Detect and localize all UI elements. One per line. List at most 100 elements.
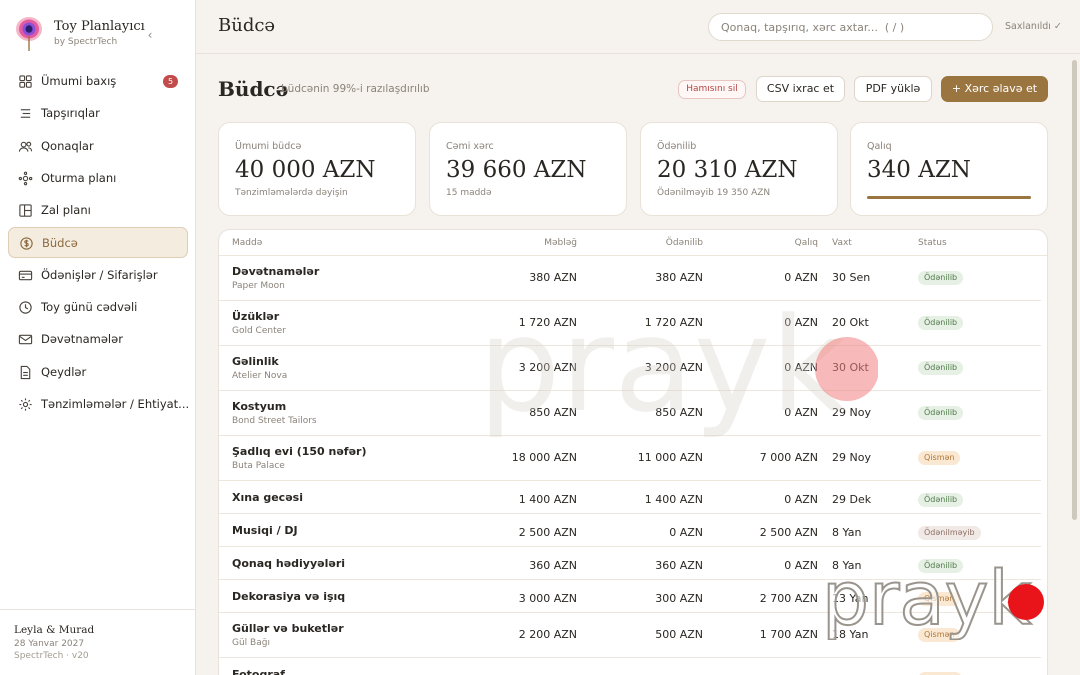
table-row[interactable]: Gəlinlik 3 200 AZN 3 200 AZN 0 AZN 30 Okt Ate…: [219, 346, 1041, 391]
topbar-title: Büdcə: [218, 15, 276, 36]
column-header-item[interactable]: Maddə: [232, 238, 262, 248]
item-paid: 850 AZN: [655, 406, 703, 419]
seating-icon: [18, 171, 33, 186]
status-badge: Ödənilib: [918, 316, 964, 330]
table-header: Maddə Məbləğ Ödənilib Qalıq Vaxt Status: [219, 230, 1047, 256]
list-icon: [20, 109, 31, 119]
sidebar-item-seating[interactable]: Oturma planı: [8, 163, 188, 194]
item-paid: 1 400 AZN: [644, 493, 703, 506]
sidebar-item-settings[interactable]: Tənzimləmələr / Ehtiyat...: [8, 389, 190, 420]
collapse-sidebar-chevron-icon[interactable]: ‹: [144, 28, 156, 42]
mail-icon: [18, 335, 33, 345]
sidebar-item-label: Tapşırıqlar: [41, 106, 100, 121]
couple-name: Leyla & Murad: [14, 624, 95, 636]
page-subtitle: büdcənin 99%-i razılaşdırılıb: [281, 83, 430, 95]
sidebar-item-label: Qeydlər: [41, 364, 87, 379]
item-name: Xına gecəsi: [232, 491, 303, 504]
item-paid: 0 AZN: [669, 526, 703, 539]
sidebar-item-invitations[interactable]: Dəvətnamələr: [8, 324, 188, 355]
search-input[interactable]: [708, 13, 993, 41]
item-due-date: 8 Yan: [832, 526, 862, 539]
item-paid: 1 720 AZN: [644, 316, 703, 329]
app-subtitle: by SpectrTech: [54, 37, 118, 47]
table-row[interactable]: Güllər və buketlər 2 200 AZN 500 AZN 1 700 …: [219, 613, 1041, 658]
sidebar-item-label: Büdcə: [42, 236, 78, 251]
status-badge: Ödənilib: [918, 559, 964, 573]
item-name: Fotoqraf: [232, 668, 285, 675]
item-vendor: Gold Center: [232, 326, 286, 336]
stat-value: 40 000 AZN: [235, 157, 376, 183]
item-due-date: 30 Okt: [832, 361, 869, 374]
status-badge: Ödənilib: [918, 271, 964, 285]
item-vendor: Paper Moon: [232, 281, 285, 291]
column-header-due[interactable]: Vaxt: [832, 238, 852, 248]
table-row[interactable]: Dekorasiya və işıq 3 000 AZN 300 AZN 2 700 …: [219, 580, 1041, 613]
sidebar-item-label: Oturma planı: [41, 170, 117, 185]
item-amount: 3 000 AZN: [518, 592, 577, 605]
stat-label: Cəmi xərc: [446, 141, 494, 152]
column-header-paid[interactable]: Ödənilib: [666, 238, 703, 248]
item-due-date: 29 Dek: [832, 493, 872, 506]
card-icon: [18, 270, 33, 281]
item-due-date: 8 Yan: [832, 559, 862, 572]
table-row[interactable]: Musiqi / DJ 2 500 AZN 0 AZN 2 500 AZN 8 Yan Ö…: [219, 514, 1041, 547]
sidebar-nav: Ümumi baxış 5 Tapşırıqlar Qonaqlar Oturm…: [8, 66, 190, 421]
page-scrollbar[interactable]: [1071, 60, 1078, 672]
column-header-remaining[interactable]: Qalıq: [795, 238, 818, 248]
table-row[interactable]: Dəvətnamələr 380 AZN 380 AZN 0 AZN 30 Sen Pap…: [219, 256, 1041, 301]
table-row[interactable]: Fotoqraf: [219, 658, 1041, 675]
table-row[interactable]: Şadlıq evi (150 nəfər) 18 000 AZN 11 000 A…: [219, 436, 1041, 481]
gear-icon: [19, 398, 32, 411]
budget-progress-fill: [867, 196, 1031, 199]
item-due-date: 29 Noy: [832, 406, 871, 419]
sidebar-footer: Leyla & Murad 28 Yanvar 2027 SpectrTech …: [0, 609, 195, 661]
item-vendor: Bond Street Tailors: [232, 416, 317, 426]
sidebar-item-tasks[interactable]: Tapşırıqlar: [8, 98, 188, 129]
item-remaining: 0 AZN: [784, 493, 818, 506]
stat-value: 340 AZN: [867, 157, 971, 183]
download-pdf-button[interactable]: PDF yüklə: [854, 76, 932, 102]
item-remaining: 0 AZN: [784, 361, 818, 374]
sidebar-item-hall-plan[interactable]: Zal planı: [8, 195, 188, 226]
column-header-status[interactable]: Status: [918, 238, 947, 248]
scrollbar-thumb[interactable]: [1072, 60, 1077, 520]
status-badge: Ödənilməyib: [918, 526, 981, 540]
app-version: SpectrTech · v20: [14, 651, 89, 661]
sidebar-item-budget[interactable]: Büdcə: [8, 227, 188, 259]
sidebar-item-payments[interactable]: Ödənişlər / Sifarişlər: [8, 260, 188, 291]
peacock-feather-logo-icon: [16, 17, 42, 51]
table-row[interactable]: Kostyum 850 AZN 850 AZN 0 AZN 29 Noy Bond Str…: [219, 391, 1041, 436]
table-row[interactable]: Xına gecəsi 1 400 AZN 1 400 AZN 0 AZN 29 Dek…: [219, 481, 1041, 514]
sidebar-item-day-schedule[interactable]: Toy günü cədvəli: [8, 292, 188, 323]
item-amount: 1 400 AZN: [518, 493, 577, 506]
item-vendor: Buta Palace: [232, 461, 285, 471]
stat-value: 39 660 AZN: [446, 157, 587, 183]
stat-label: Ödənilib: [657, 141, 697, 152]
item-paid: 11 000 AZN: [637, 451, 703, 464]
item-amount: 1 720 AZN: [518, 316, 577, 329]
item-amount: 3 200 AZN: [518, 361, 577, 374]
export-csv-button[interactable]: CSV ixrac et: [756, 76, 845, 102]
item-due-date: 30 Sen: [832, 271, 871, 284]
item-remaining: 0 AZN: [784, 316, 818, 329]
item-name: Üzüklər: [232, 310, 280, 323]
table-row[interactable]: Üzüklər 1 720 AZN 1 720 AZN 0 AZN 20 Okt Gold…: [219, 301, 1041, 346]
sidebar-item-overview[interactable]: Ümumi baxış 5: [8, 66, 188, 97]
sidebar-item-label: Dəvətnamələr: [41, 332, 123, 347]
sidebar-item-notes[interactable]: Qeydlər: [8, 357, 188, 388]
status-badge: Ödənilib: [918, 406, 964, 420]
table-row[interactable]: Qonaq hədiyyələri 360 AZN 360 AZN 0 AZN 8 Ya…: [219, 547, 1041, 580]
sidebar-item-label: Tənzimləmələr / Ehtiyat...: [41, 396, 190, 411]
clear-all-button[interactable]: Hamısını sil: [678, 80, 746, 99]
item-name: Kostyum: [232, 400, 287, 413]
add-expense-button[interactable]: + Xərc əlavə et: [941, 76, 1048, 102]
stat-label: Qalıq: [867, 141, 892, 152]
coin-icon: [20, 237, 33, 251]
brand[interactable]: Toy Planlayıcı by SpectrTech: [12, 14, 188, 54]
column-header-amount[interactable]: Məbləğ: [544, 238, 577, 248]
item-vendor: Gül Bağı: [232, 638, 270, 648]
item-amount: 2 500 AZN: [518, 526, 577, 539]
grid-icon: [19, 75, 32, 88]
sidebar-item-guests[interactable]: Qonaqlar: [8, 131, 188, 162]
item-name: Musiqi / DJ: [232, 524, 298, 537]
